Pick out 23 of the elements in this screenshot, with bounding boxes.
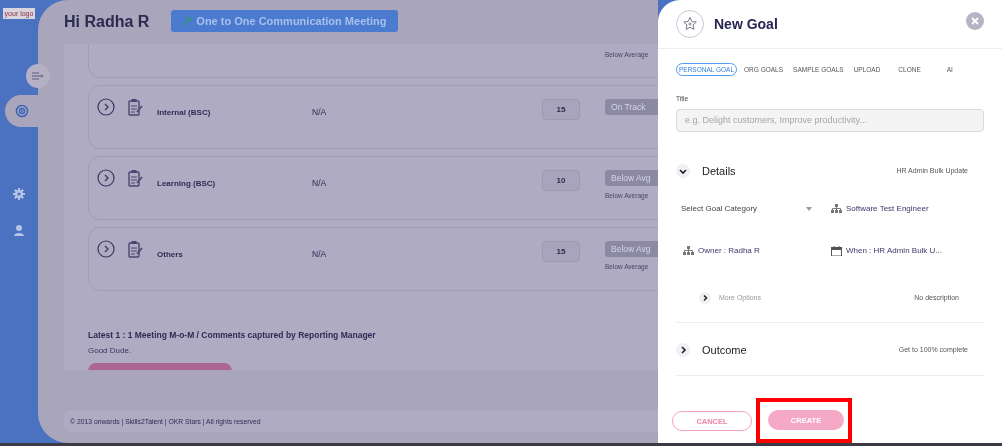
- goal-name: Learning (BSC): [157, 179, 216, 188]
- section-title: Outcome: [702, 343, 748, 356]
- weight-field[interactable]: 10: [542, 170, 580, 191]
- field-value: Software Test Engineer: [846, 204, 929, 213]
- goal-owner: N/A: [312, 107, 327, 117]
- drawer-title: New Goal: [714, 15, 779, 32]
- status-pill: Below Avg: [605, 241, 658, 257]
- weight-field[interactable]: 15: [542, 241, 580, 262]
- section-title: Details: [702, 164, 737, 177]
- greeting-heading: Hi Radha R: [64, 13, 150, 31]
- goal-owner: N/A: [312, 178, 327, 188]
- category-dropdown[interactable]: Select Goal Category: [681, 203, 812, 214]
- field-value: Owner : Radha R: [698, 246, 760, 255]
- field-value: When : HR Admin Bulk U...: [846, 246, 943, 255]
- title-field[interactable]: e.g. Delight customers, Improve productivity...: [676, 108, 984, 132]
- comment-text: Good Dude.: [88, 346, 133, 355]
- comments-heading: Latest 1 : 1 Meeting M-o-M / Comments captured by Reporting Manager: [88, 330, 377, 340]
- status-pill: Below Avg: [605, 170, 658, 186]
- goal-owner: N/A: [312, 249, 327, 259]
- goal-name: Others: [157, 250, 183, 259]
- weight-field[interactable]: 15: [542, 99, 580, 120]
- status-pill: On Track: [605, 99, 658, 115]
- goal-name: Internal (BSC): [157, 108, 211, 117]
